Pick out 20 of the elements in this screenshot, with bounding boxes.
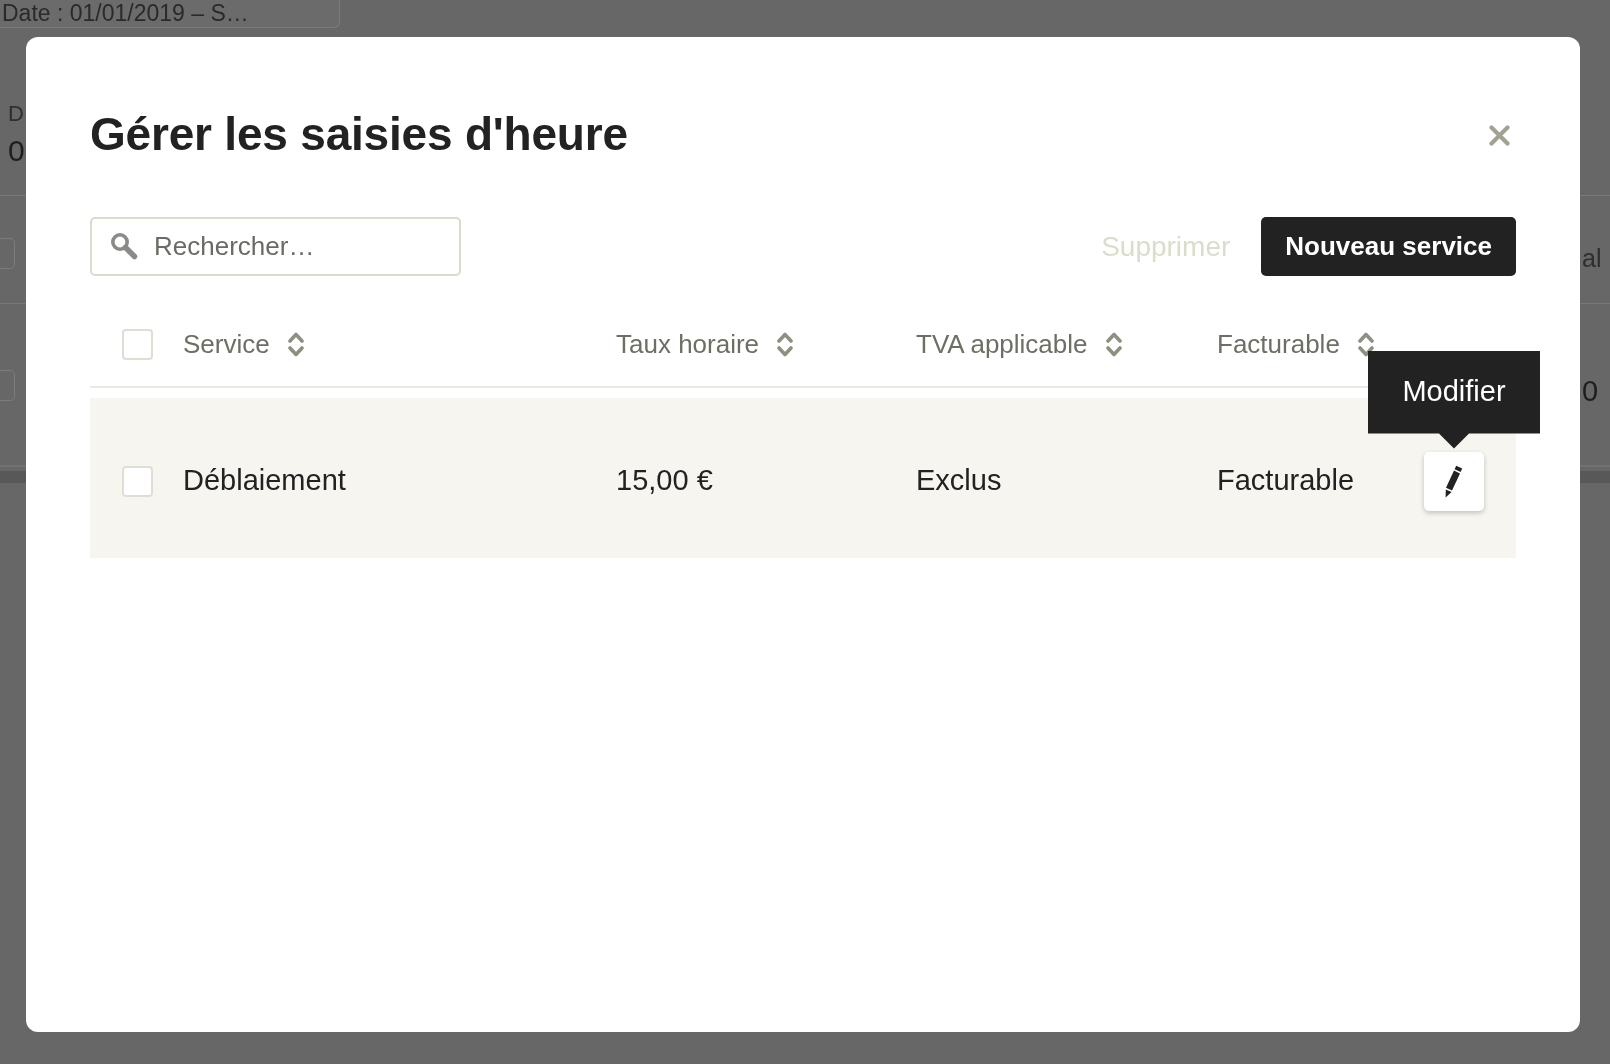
tooltip: Modifier <box>1368 350 1540 449</box>
partial-value: 0 <box>8 136 25 166</box>
table-cell: Facturable <box>1217 464 1354 497</box>
date-text: Date : 01/01/2019 – S… <box>2 1 249 26</box>
table-cell: 15,00 € <box>616 464 713 497</box>
table-cell: Déblaiement <box>183 464 346 497</box>
pencil-icon <box>1445 464 1463 498</box>
partial-column-header: al <box>1582 244 1602 272</box>
table-cell: Exclus <box>916 464 1002 497</box>
checkbox[interactable] <box>122 465 153 497</box>
partial-table-cell: 0 <box>1582 376 1599 406</box>
search-icon <box>110 232 138 260</box>
close-icon <box>1489 124 1510 146</box>
sort-icon[interactable] <box>1357 330 1374 358</box>
edit-button[interactable] <box>1424 451 1484 511</box>
dialog-title: Gérer les saisies d'heure <box>90 107 628 163</box>
partial-label: D <box>8 103 24 125</box>
checkbox[interactable] <box>122 328 153 360</box>
search-field[interactable]: Rechercher… <box>90 217 461 276</box>
new-service-button[interactable]: Nouveau service <box>1261 217 1516 276</box>
